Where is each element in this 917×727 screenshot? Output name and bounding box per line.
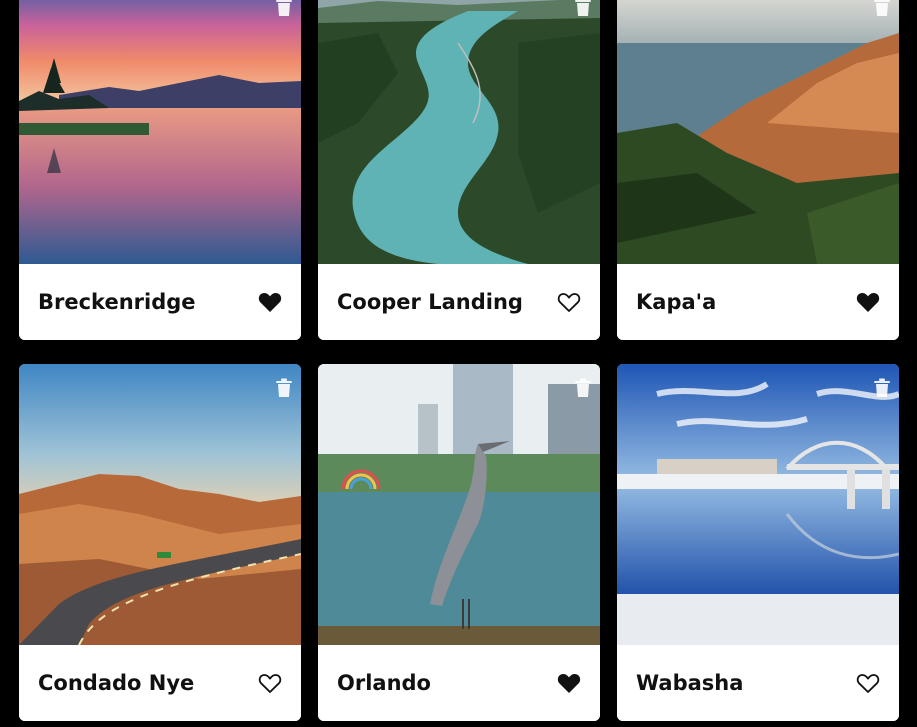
destinations-grid: Breckenridge Cooper Landing Kapa'a Conda… [0, 0, 917, 727]
trash-icon[interactable] [275, 0, 293, 17]
destination-card[interactable]: Wabasha [617, 364, 899, 721]
heart-outline-icon[interactable] [258, 672, 282, 694]
card-image-river-aerial [318, 0, 600, 264]
heart-filled-icon[interactable] [856, 291, 880, 313]
card-title: Condado Nye [38, 671, 195, 695]
destination-card[interactable]: Cooper Landing [318, 0, 600, 340]
trash-icon[interactable] [275, 378, 293, 398]
trash-icon[interactable] [873, 378, 891, 398]
card-image-bridge-reflection [617, 364, 899, 645]
card-image-sunset-lake [19, 0, 301, 264]
card-footer: Kapa'a [617, 264, 899, 340]
card-title: Orlando [337, 671, 431, 695]
card-footer: Condado Nye [19, 645, 301, 721]
card-footer: Breckenridge [19, 264, 301, 340]
card-title: Kapa'a [636, 290, 717, 314]
heart-outline-icon[interactable] [557, 291, 581, 313]
destination-card[interactable]: Kapa'a [617, 0, 899, 340]
trash-icon[interactable] [574, 0, 592, 17]
card-footer: Cooper Landing [318, 264, 600, 340]
destination-card[interactable]: Orlando [318, 364, 600, 721]
card-title: Breckenridge [38, 290, 196, 314]
trash-icon[interactable] [873, 0, 891, 17]
destination-card[interactable]: Breckenridge [19, 0, 301, 340]
card-footer: Orlando [318, 645, 600, 721]
heart-outline-icon[interactable] [856, 672, 880, 694]
heart-filled-icon[interactable] [258, 291, 282, 313]
card-footer: Wabasha [617, 645, 899, 721]
heart-filled-icon[interactable] [557, 672, 581, 694]
card-image-heron-lake [318, 364, 600, 645]
card-image-desert-road [19, 364, 301, 645]
card-title: Wabasha [636, 671, 744, 695]
trash-icon[interactable] [574, 378, 592, 398]
card-image-coastal-cliffs [617, 0, 899, 264]
destination-card[interactable]: Condado Nye [19, 364, 301, 721]
card-title: Cooper Landing [337, 290, 523, 314]
